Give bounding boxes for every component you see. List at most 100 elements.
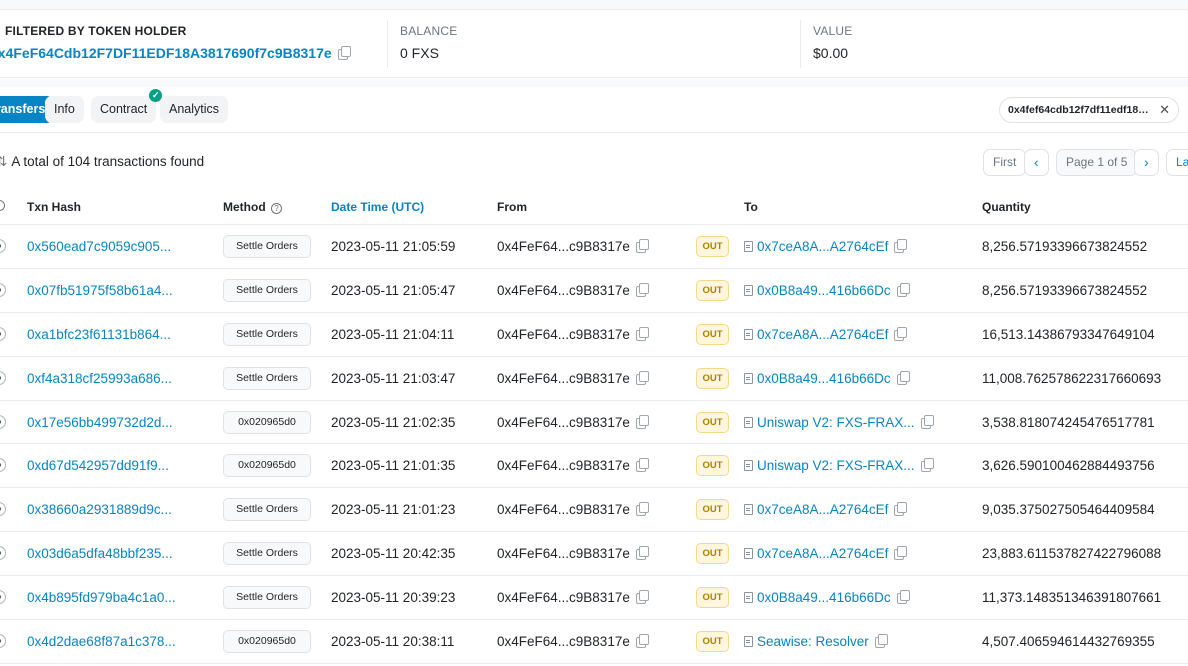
date-time: 2023-05-11 21:01:23 (331, 502, 456, 518)
copy-icon[interactable] (635, 546, 649, 561)
copy-icon[interactable] (635, 370, 649, 385)
copy-icon[interactable] (896, 590, 910, 605)
table-row: 0x03d6a5dfa48bbf235... Settle Orders 2023-… (0, 532, 1188, 577)
to-address-link[interactable]: 0x0B8a49...416b66Dc (757, 283, 891, 298)
to-address-link[interactable]: 0x7ceA8A...A2764cEf (757, 239, 888, 254)
contract-icon (744, 592, 753, 604)
copy-icon[interactable] (635, 502, 649, 517)
eye-icon[interactable] (0, 502, 6, 517)
holder-address-link[interactable]: 0x4FeF64Cdb12F7DF11EDF18A3817690f7c9B831… (0, 45, 332, 61)
from-address: 0x4FeF64...c9B8317e (497, 458, 649, 474)
copy-icon[interactable] (635, 634, 649, 649)
direction-badge: OUT (696, 367, 729, 389)
copy-icon[interactable] (894, 326, 908, 341)
from-address-text: 0x4FeF64...c9B8317e (497, 239, 630, 254)
tab-contract[interactable]: Contract ✓ (91, 89, 163, 123)
to-address-link[interactable]: 0x0B8a49...416b66Dc (757, 590, 891, 605)
eye-icon[interactable] (0, 546, 6, 561)
direction-badge: OUT (696, 455, 729, 477)
to-address: 0x0B8a49...416b66Dc (744, 282, 910, 298)
copy-icon[interactable] (635, 414, 649, 429)
from-address: 0x4FeF64...c9B8317e (497, 414, 649, 430)
from-address-text: 0x4FeF64...c9B8317e (497, 458, 630, 474)
help-icon[interactable]: ? (271, 203, 282, 214)
to-address-link[interactable]: Seawise: Resolver (757, 634, 869, 649)
copy-icon[interactable] (920, 458, 934, 473)
contract-icon (744, 636, 753, 648)
sort-icon: ⇅ (0, 154, 8, 169)
copy-icon[interactable] (894, 546, 908, 561)
from-address: 0x4FeF64...c9B8317e (497, 370, 649, 386)
to-address-link[interactable]: Uniswap V2: FXS-FRAX... (757, 415, 915, 430)
method-badge: Settle Orders (223, 542, 311, 566)
pagination-first-button[interactable]: First (983, 149, 1027, 176)
pagination-prev-button[interactable]: ‹ (1024, 149, 1049, 176)
from-address: 0x4FeF64...c9B8317e (497, 326, 649, 342)
txn-hash-link[interactable]: 0x4d2dae68f87a1c378... (27, 634, 176, 649)
txn-hash-link[interactable]: 0x38660a2931889d9c... (27, 502, 172, 517)
direction-badge: OUT (696, 236, 729, 257)
header-to: To (744, 200, 758, 214)
copy-icon[interactable] (894, 239, 908, 253)
to-address-link[interactable]: 0x7ceA8A...A2764cEf (757, 546, 888, 561)
from-address: 0x4FeF64...c9B8317e (497, 546, 649, 561)
txn-hash-link[interactable]: 0xd67d542957dd91f9... (27, 458, 169, 473)
method-badge: Settle Orders (223, 498, 311, 522)
header-method-label: Method (223, 200, 266, 214)
eye-icon[interactable] (0, 590, 6, 605)
close-icon[interactable]: ✕ (1159, 98, 1170, 122)
table-row: 0x07fb51975f58b61a4... Settle Orders 2023-… (0, 269, 1188, 313)
to-address: 0x7ceA8A...A2764cEf (744, 502, 908, 517)
table-header: Txn Hash Method ? Date Time (UTC) From T… (0, 187, 1188, 225)
eye-icon[interactable] (0, 414, 6, 429)
txn-hash-link[interactable]: 0x07fb51975f58b61a4... (27, 283, 173, 298)
txn-hash-link[interactable]: 0x4b895fd979ba4c1a0... (27, 590, 176, 605)
pagination-last-button[interactable]: Last (1166, 149, 1188, 176)
contract-icon (744, 372, 753, 384)
copy-icon[interactable] (635, 458, 649, 473)
eye-icon[interactable] (0, 282, 6, 297)
to-address-link[interactable]: 0x0B8a49...416b66Dc (757, 371, 891, 386)
to-address-link[interactable]: Uniswap V2: FXS-FRAX... (757, 458, 915, 473)
divider (387, 20, 388, 68)
txn-hash-link[interactable]: 0xf4a318cf25993a686... (27, 371, 172, 386)
to-address-link[interactable]: 0x7ceA8A...A2764cEf (757, 502, 888, 517)
copy-icon[interactable] (635, 326, 649, 341)
header-from: From (497, 200, 527, 214)
txn-hash-link[interactable]: 0x17e56bb499732d2d... (27, 415, 173, 430)
header-txn-hash: Txn Hash (27, 200, 82, 214)
eye-icon[interactable] (0, 326, 6, 341)
transactions-total: ⇅ A total of 104 transactions found (0, 154, 204, 170)
copy-icon[interactable] (894, 502, 908, 517)
copy-icon[interactable] (874, 634, 888, 649)
tab-analytics[interactable]: Analytics (160, 96, 229, 123)
from-address: 0x4FeF64...c9B8317e (497, 590, 649, 605)
txn-hash-link[interactable]: 0x560ead7c9059c905... (27, 239, 171, 254)
eye-icon[interactable] (0, 634, 6, 649)
to-address-link[interactable]: 0x7ceA8A...A2764cEf (757, 327, 888, 342)
copy-icon[interactable] (635, 282, 649, 297)
txn-hash-link[interactable]: 0x03d6a5dfa48bbf235... (27, 546, 173, 561)
eye-icon[interactable] (0, 239, 6, 253)
header-method: Method ? (223, 200, 282, 214)
to-address: 0x0B8a49...416b66Dc (744, 590, 910, 605)
method-badge: Settle Orders (223, 366, 311, 390)
from-address: 0x4FeF64...c9B8317e (497, 282, 649, 298)
eye-icon[interactable] (0, 370, 6, 385)
copy-icon[interactable] (635, 239, 649, 253)
eye-icon[interactable] (0, 458, 6, 473)
method-badge: 0x020965d0 (223, 630, 311, 654)
balance-label: BALANCE (400, 24, 458, 38)
holder-value: 0x4FeF64Cdb12F7DF11EDF18A3817690f7c9B831… (0, 45, 351, 61)
quantity: 11,008.762578622317660693 (982, 370, 1162, 386)
to-address: Seawise: Resolver (744, 634, 888, 649)
copy-icon[interactable] (635, 590, 649, 605)
header-date-time[interactable]: Date Time (UTC) (331, 200, 424, 214)
copy-icon[interactable] (896, 370, 910, 385)
pagination-next-button[interactable]: › (1134, 149, 1159, 176)
copy-icon[interactable] (920, 414, 934, 429)
txn-hash-link[interactable]: 0xa1bfc23f61131b864... (27, 327, 171, 342)
tab-info[interactable]: Info (45, 96, 84, 123)
copy-icon[interactable] (896, 282, 910, 297)
copy-icon[interactable] (337, 46, 351, 60)
